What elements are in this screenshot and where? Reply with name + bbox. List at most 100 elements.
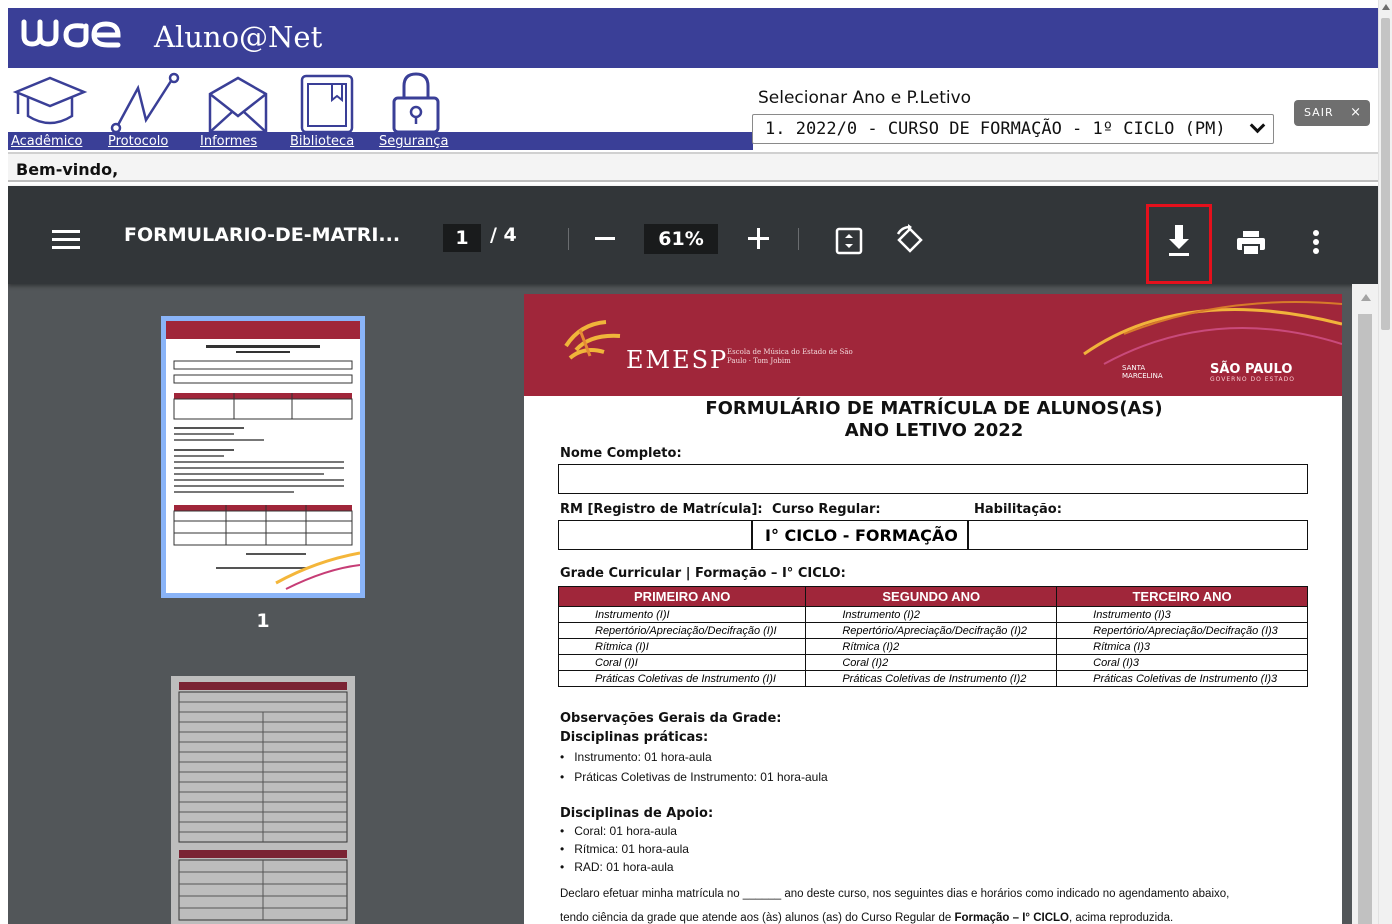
obs-title: Observações Gerais da Grade:	[560, 711, 782, 726]
grade-cell: Rítmica (I)2	[805, 638, 1058, 655]
zoom-in-icon[interactable]	[748, 228, 769, 249]
hamburger-menu-icon[interactable]	[52, 230, 80, 250]
line-chart-icon	[110, 72, 180, 134]
grade-cell: Práticas Coletivas de Instrumento (I)3	[1056, 670, 1308, 687]
rotate-icon[interactable]	[894, 224, 926, 256]
period-select[interactable]: 1. 2022/0 - CURSO DE FORMAÇÃO - 1º CICLO…	[752, 114, 1274, 144]
rm-label: RM [Registro de Matrícula]:	[560, 502, 763, 517]
welcome-text: Bem-vindo,	[16, 160, 119, 179]
santa-marcelina-logo: SANTA MARCELINA	[1122, 364, 1163, 380]
practical-title: Disciplinas práticas:	[560, 730, 709, 745]
download-icon	[1169, 225, 1189, 256]
book-icon	[300, 74, 354, 134]
emesp-subtitle: Escola de Música do Estado de São Paulo …	[727, 348, 853, 365]
window-scroll-thumb[interactable]	[1381, 18, 1390, 330]
envelope-icon	[208, 76, 268, 134]
table-row: Instrumento (I)I Instrumento (I)2 Instru…	[557, 606, 1308, 623]
table-row: Práticas Coletivas de Instrumento (I)I P…	[557, 670, 1308, 687]
app-title: Aluno@Net	[154, 20, 323, 54]
grade-cell: Práticas Coletivas de Instrumento (I)2	[805, 670, 1058, 687]
wae-logo	[21, 19, 121, 48]
thumbnail-preview	[166, 321, 360, 590]
pdf-page-1: EMESP Escola de Música do Estado de São …	[524, 294, 1342, 924]
thumbnail-page-label: 1	[256, 610, 270, 632]
pdf-scrollbar[interactable]	[1352, 284, 1378, 924]
form-title: FORMULÁRIO DE MATRÍCULA DE ALUNOS(AS)	[705, 398, 1163, 419]
zoom-out-icon[interactable]	[595, 237, 615, 240]
nav-item-academico[interactable]	[10, 70, 90, 134]
sao-paulo-logo: SÃO PAULO	[1210, 362, 1293, 377]
grade-cell: Instrumento (I)I	[557, 606, 807, 623]
grade-cell: Coral (I)I	[557, 654, 807, 671]
course-label: Curso Regular:	[772, 502, 881, 517]
grade-cell: Instrumento (I)3	[1056, 606, 1308, 623]
welcome-bar: Bem-vindo,	[8, 152, 1378, 182]
nav-label-protocolo[interactable]: Protocolo	[108, 134, 168, 150]
grade-cell: Coral (I)3	[1056, 654, 1308, 671]
name-label: Nome Completo:	[560, 446, 682, 461]
scroll-up-icon[interactable]	[1361, 294, 1371, 301]
page-thumbnail-1[interactable]	[161, 316, 365, 598]
course-field: I° CICLO - FORMAÇÃO	[752, 520, 968, 550]
nav-item-biblioteca[interactable]	[292, 70, 372, 134]
sao-paulo-subtitle: GOVERNO DO ESTADO	[1210, 376, 1295, 383]
nav-item-seguranca[interactable]	[380, 70, 460, 134]
support-title: Disciplinas de Apoio:	[560, 806, 714, 821]
fit-to-page-icon[interactable]	[834, 226, 864, 256]
grade-cell: Rítmica (I)3	[1056, 638, 1308, 655]
nav-label-academico[interactable]: Acadêmico	[11, 134, 82, 150]
grade-cell: Rítmica (I)I	[557, 638, 807, 655]
grade-header-row: PRIMEIRO ANO SEGUNDO ANO TERCEIRO ANO	[557, 586, 1308, 607]
window-scrollbar[interactable]	[1378, 0, 1392, 924]
form-year: ANO LETIVO 2022	[844, 420, 1024, 441]
grade-table: PRIMEIRO ANO SEGUNDO ANO TERCEIRO ANO In…	[557, 586, 1308, 687]
print-icon[interactable]	[1236, 230, 1266, 256]
table-row: Coral (I)I Coral (I)2 Coral (I)3	[557, 654, 1308, 671]
habilitation-label: Habilitação:	[974, 502, 1062, 517]
pdf-viewer: FORMULARIO-DE-MATRI... 1 / 4 61% 1 EMESP…	[8, 186, 1378, 924]
grade-cell: Repertório/Apreciação/Decifração (I)I	[557, 622, 807, 639]
table-row: Repertório/Apreciação/Decifração (I)I Re…	[557, 622, 1308, 639]
pdf-toolbar: FORMULARIO-DE-MATRI... 1 / 4 61%	[8, 186, 1378, 284]
close-icon: ×	[1350, 105, 1362, 120]
page-thumbnail-2[interactable]	[171, 676, 355, 924]
page-number-input[interactable]: 1	[443, 224, 481, 252]
toolbar-divider	[568, 228, 569, 250]
grade-cell: Repertório/Apreciação/Decifração (I)2	[805, 622, 1058, 639]
grade-header: PRIMEIRO ANO	[557, 586, 807, 607]
nav-item-informes[interactable]	[198, 70, 278, 134]
name-field[interactable]	[558, 464, 1308, 494]
nav-label-informes[interactable]: Informes	[200, 134, 257, 150]
habilitation-field[interactable]	[968, 520, 1308, 550]
more-options-icon[interactable]	[1313, 230, 1319, 254]
document-header-banner: EMESP Escola de Música do Estado de São …	[524, 294, 1342, 396]
nav-item-protocolo[interactable]	[108, 70, 188, 134]
rm-field[interactable]	[558, 520, 752, 550]
aluno-net-app: Aluno@Net Acadêmico Protocolo Informes B…	[8, 8, 1378, 924]
zoom-input[interactable]: 61%	[644, 224, 718, 254]
list-item: • Instrumento: 01 hora-aula	[560, 750, 712, 764]
grade-title: Grade Curricular | Formação – I° CICLO:	[560, 566, 846, 581]
pdf-scroll-thumb[interactable]	[1358, 314, 1372, 924]
declaration-line-2: tendo ciência da grade que atende aos (à…	[560, 912, 1174, 924]
pdf-document-title: FORMULARIO-DE-MATRI...	[124, 224, 401, 246]
grade-header: TERCEIRO ANO	[1056, 586, 1308, 607]
nav-label-seguranca[interactable]: Segurança	[379, 134, 448, 150]
logout-label: SAIR	[1304, 106, 1334, 119]
scroll-up-icon[interactable]	[1382, 4, 1390, 10]
grade-cell: Instrumento (I)2	[805, 606, 1058, 623]
list-item: • Rítmica: 01 hora-aula	[560, 842, 689, 856]
thumbnail-preview	[178, 682, 348, 921]
grade-cell: Práticas Coletivas de Instrumento (I)I	[557, 670, 807, 687]
emesp-logo-text: EMESP	[626, 346, 729, 374]
grade-header: SEGUNDO ANO	[805, 586, 1058, 607]
list-item: • Práticas Coletivas de Instrumento: 01 …	[560, 770, 828, 784]
declaration-line-1: Declaro efetuar minha matrícula no _____…	[560, 888, 1230, 900]
main-nav: Acadêmico Protocolo Informes Biblioteca	[8, 68, 1378, 152]
download-button[interactable]	[1146, 204, 1212, 284]
nav-label-biblioteca[interactable]: Biblioteca	[290, 134, 354, 150]
logout-button[interactable]: SAIR ×	[1294, 100, 1370, 126]
list-item: • Coral: 01 hora-aula	[560, 824, 677, 838]
padlock-icon	[392, 72, 440, 134]
toolbar-divider	[798, 228, 799, 250]
